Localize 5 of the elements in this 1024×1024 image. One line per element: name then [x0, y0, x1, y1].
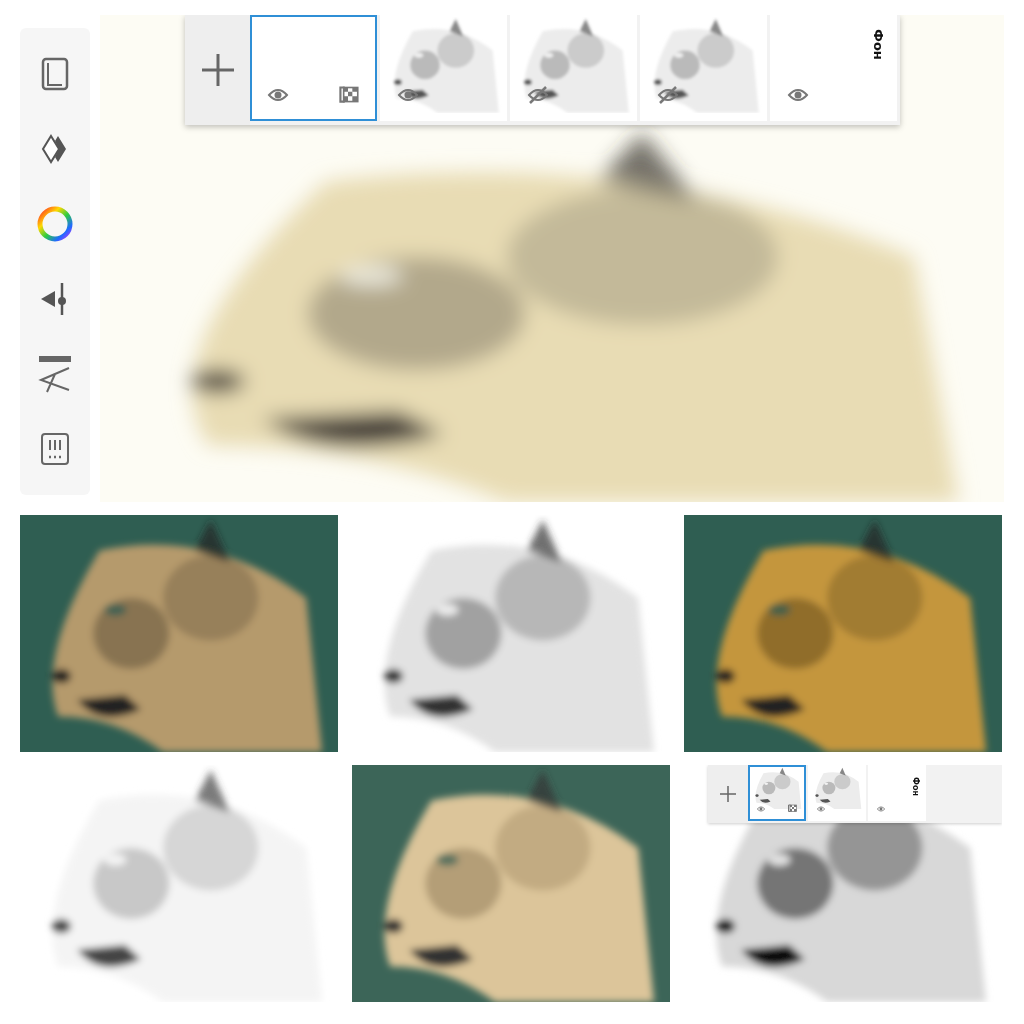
plus-icon	[199, 52, 236, 88]
layer-card[interactable]	[250, 15, 378, 121]
layer-card[interactable]: Фон	[770, 15, 897, 121]
layer-name: Фон	[871, 29, 885, 60]
add-layer-button[interactable]	[185, 15, 251, 125]
